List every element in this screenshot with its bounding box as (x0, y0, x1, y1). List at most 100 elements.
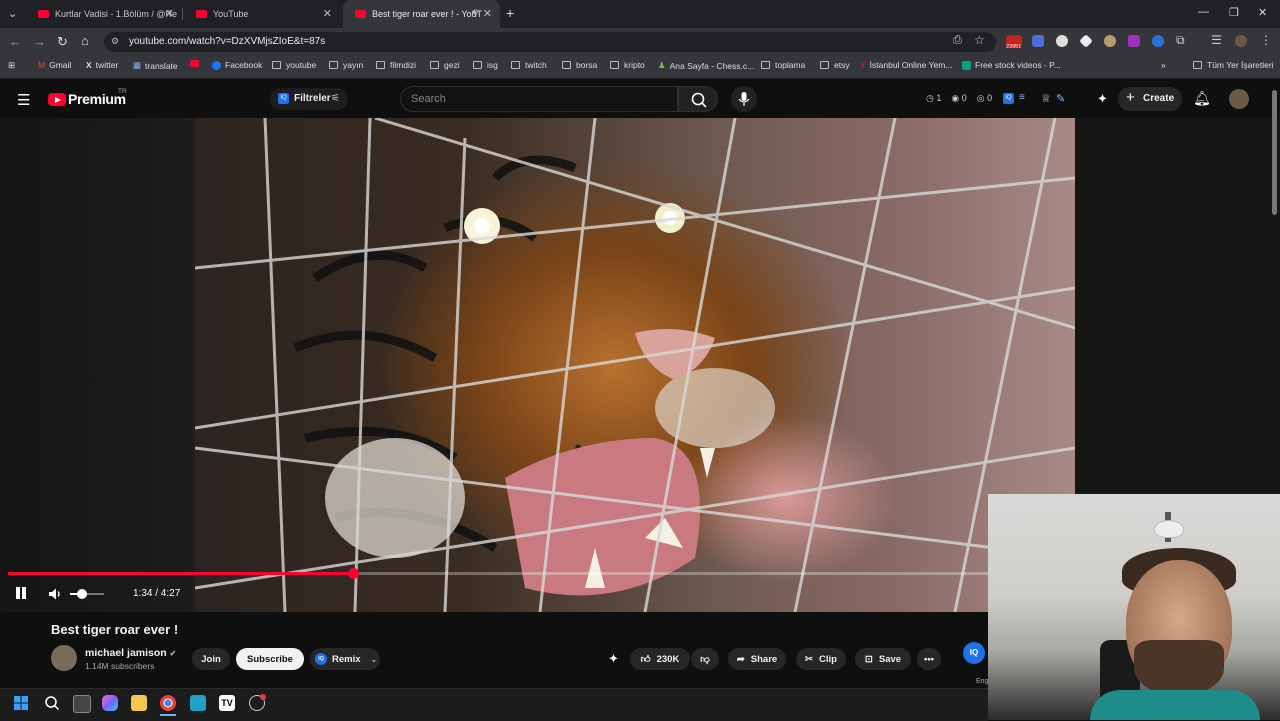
iq-extension-icon[interactable]: IQ (1003, 93, 1014, 104)
folder-icon (272, 61, 281, 69)
hamburger-menu-icon[interactable]: ☰ (17, 91, 30, 109)
task-view-icon[interactable] (73, 695, 91, 713)
tab-youtube[interactable]: YouTube ✕ (184, 0, 340, 28)
dislike-button[interactable]: 👎︎ (691, 648, 719, 670)
tab-best-tiger-roar[interactable]: Best tiger roar ever ! - YouT 🔊︎ ✕ (343, 0, 500, 28)
bookmark-twitter[interactable]: Xtwitter (86, 60, 118, 70)
home-icon[interactable]: ⌂ (81, 33, 89, 48)
copilot-icon[interactable] (102, 695, 118, 711)
notifications-bell-icon[interactable]: 🔔︎ (1193, 90, 1211, 107)
youtube-logo-icon[interactable] (48, 93, 66, 106)
bookmark-translate[interactable]: ▦ translate (133, 60, 178, 71)
progress-scrubber-handle[interactable] (347, 568, 359, 579)
notification-dot (260, 694, 266, 700)
install-app-icon[interactable]: ⎙ (953, 34, 962, 47)
pause-icon[interactable] (14, 586, 28, 600)
more-actions-button[interactable]: ••• (917, 648, 941, 670)
back-arrow-icon[interactable]: ← (9, 34, 22, 49)
restore-window-icon[interactable]: ❐ (1229, 6, 1239, 19)
extension-icon[interactable] (1056, 35, 1068, 47)
bookmark-star-icon[interactable]: ☆ (974, 33, 985, 47)
windows-start-icon[interactable] (13, 695, 29, 711)
apps-grid-icon[interactable]: ⊞ (8, 60, 15, 71)
taskbar-search-icon[interactable] (44, 695, 60, 711)
trophy-icon[interactable]: ♕ (1041, 92, 1051, 105)
translate-extension-icon[interactable] (1032, 35, 1044, 47)
bookmark-youtube-icon-only[interactable] (190, 60, 199, 67)
volume-slider-handle[interactable] (76, 589, 87, 599)
save-button[interactable]: ⊡ Save (855, 648, 911, 670)
extension-puzzle-icon[interactable]: ✦ (1097, 91, 1108, 107)
search-button[interactable] (678, 86, 718, 112)
url-text[interactable]: youtube.com/watch?v=DzXVMjsZIoE&t=87s (129, 36, 325, 47)
remix-button[interactable]: IQ Remix ⌄ (310, 648, 380, 670)
channel-name[interactable]: michael jamison ✔ (85, 647, 176, 659)
search-input[interactable]: Search (400, 86, 678, 112)
close-tab-icon[interactable]: ✕ (165, 7, 174, 20)
bookmark-gmail[interactable]: M Gmail (38, 60, 71, 70)
tab-kurtlar-vadisi[interactable]: Kurtlar Vadisi - 1.Bölüm / @Re ✕ (26, 0, 182, 28)
video-frame[interactable] (195, 118, 1075, 612)
share-button[interactable]: ➦ Share (728, 648, 786, 670)
bookmark-folder-borsa[interactable]: borsa (562, 60, 597, 70)
bookmark-folder-youtube[interactable]: youtube (272, 60, 316, 70)
bookmark-istanbul-yemek[interactable]: Y İstanbul Online Yem... (860, 60, 952, 70)
bookmark-folder-gezi[interactable]: gezi (430, 60, 460, 70)
like-button[interactable]: 👍︎ 230K (630, 648, 690, 670)
tab-audio-icon[interactable]: 🔊︎ (472, 7, 478, 18)
bookmark-folder-toplama[interactable]: toplama (761, 60, 805, 70)
close-tab-icon[interactable]: ✕ (483, 7, 492, 20)
join-button[interactable]: Join (192, 648, 230, 670)
minimize-window-icon[interactable]: — (1198, 6, 1209, 18)
folder-icon (610, 61, 619, 69)
file-explorer-icon[interactable] (131, 695, 147, 711)
extension-puzzle-icon[interactable]: ✦ (608, 651, 619, 667)
all-bookmarks-folder[interactable]: Tüm Yer İşaretleri (1193, 60, 1274, 70)
new-tab-button[interactable]: + (506, 5, 514, 21)
profile-avatar[interactable] (1235, 35, 1247, 47)
bookmark-folder-filmdizi[interactable]: filmdizi (376, 60, 416, 70)
iq-side-button[interactable]: IQ (963, 642, 985, 664)
bookmark-folder-yayin[interactable]: yayın (329, 60, 363, 70)
tab-search-chevron-icon[interactable]: ⌄ (8, 7, 17, 20)
forward-arrow-icon[interactable]: → (33, 34, 46, 49)
voice-search-button[interactable] (731, 86, 757, 112)
edit-icon[interactable]: ✎ (1056, 92, 1065, 105)
clip-button[interactable]: ✂ Clip (796, 648, 846, 670)
bookmark-folder-kripto[interactable]: kripto (610, 60, 645, 70)
hidden-counter: ◎ 0 (976, 93, 993, 103)
more-bookmarks-chevron-icon[interactable]: » (1161, 60, 1166, 70)
list-icon[interactable]: ≡ (1019, 92, 1025, 103)
iq-extension-icon: IQ (278, 93, 289, 104)
bookmark-folder-isg[interactable]: isg (473, 60, 498, 70)
webcam-background-lampshade (1154, 520, 1184, 538)
channel-avatar[interactable] (51, 645, 77, 671)
page-scrollbar-thumb[interactable] (1272, 90, 1277, 215)
bookmark-folder-etsy[interactable]: etsy (820, 60, 850, 70)
extension-icon[interactable] (1152, 35, 1164, 47)
reload-icon[interactable]: ↻ (57, 34, 68, 50)
app-icon[interactable] (190, 695, 206, 711)
tradingview-icon[interactable]: TV (219, 695, 235, 711)
extension-icon[interactable] (1104, 35, 1116, 47)
subscribe-button[interactable]: Subscribe (236, 648, 304, 670)
reading-list-icon[interactable]: ☰ (1211, 33, 1222, 47)
account-avatar[interactable] (1229, 89, 1249, 109)
extensions-puzzle-icon[interactable]: ⧉ (1176, 33, 1185, 48)
youtube-favicon-icon (38, 10, 49, 18)
bookmark-folder-twitch[interactable]: twitch (511, 60, 547, 70)
bookmark-save-icon: ⊡ (864, 653, 873, 665)
close-tab-icon[interactable]: ✕ (323, 7, 332, 20)
close-window-icon[interactable]: ✕ (1258, 6, 1267, 19)
volume-icon[interactable] (48, 587, 62, 601)
filters-label: Filtreler (294, 93, 331, 104)
extension-icon[interactable] (1128, 35, 1140, 47)
video-content-tiger (195, 118, 1075, 612)
browser-menu-icon[interactable]: ⋮ (1260, 33, 1272, 47)
bookmark-facebook[interactable]: Facebook (212, 60, 262, 70)
bookmark-free-stock-videos[interactable]: Free stock videos - P... (962, 60, 1061, 70)
bookmark-chess[interactable]: ♟ Ana Sayfa - Chess.c... (658, 60, 754, 71)
site-info-icon[interactable]: ⚙ (111, 36, 119, 47)
extension-counters: ◷ 1 ◉ 0 ◎ 0 (926, 93, 992, 104)
chrome-icon[interactable] (160, 695, 176, 711)
